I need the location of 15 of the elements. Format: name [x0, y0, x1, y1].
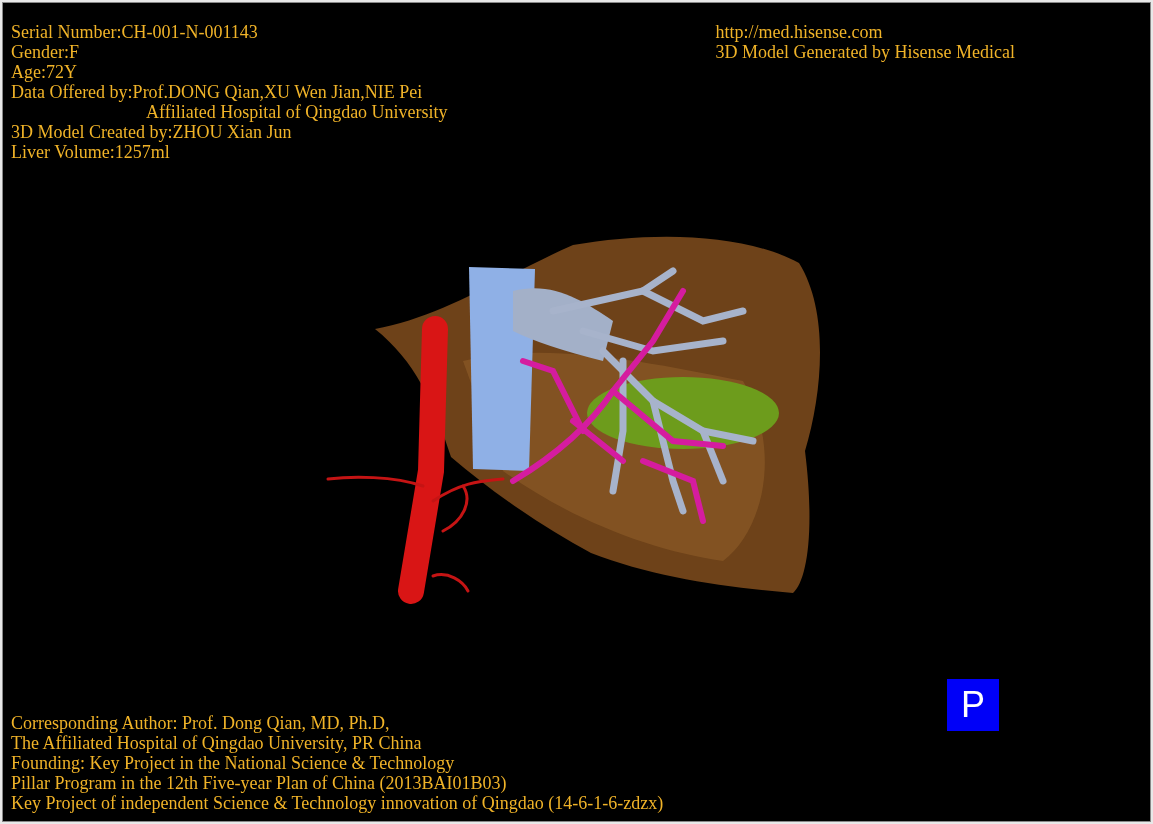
- info-line: http://med.hisense.com: [715, 22, 883, 42]
- credit-line: Founding: Key Project in the National Science & Technology: [11, 753, 455, 773]
- info-line: Gender:F: [11, 42, 79, 62]
- info-line: Age:72Y: [11, 62, 77, 82]
- info-line: 3D Model Generated by Hisense Medical: [715, 42, 1015, 62]
- info-line: 3D Model Created by:ZHOU Xian Jun: [11, 122, 292, 142]
- credit-line: Key Project of independent Science & Technology innovation of Qingdao (14-6-1-6-zdzx): [11, 793, 664, 813]
- info-line: Affiliated Hospital of Qingdao University: [146, 102, 448, 122]
- info-line: Data Offered by:Prof.DONG Qian,XU Wen Jian,NIE Pei: [11, 82, 423, 102]
- view-button[interactable]: P: [947, 679, 999, 731]
- credit-line: Corresponding Author: Prof. Dong Qian, MD, Ph.D,: [11, 713, 390, 733]
- info-line: Serial Number:CH-001-N-001143: [11, 22, 258, 42]
- credit-line: The Affiliated Hospital of Qingdao University, PR China: [11, 733, 422, 753]
- credit-line: Pillar Program in the 12th Five-year Plan of China (2013BAI01B03): [11, 773, 507, 793]
- info-line: Liver Volume:1257ml: [11, 142, 170, 162]
